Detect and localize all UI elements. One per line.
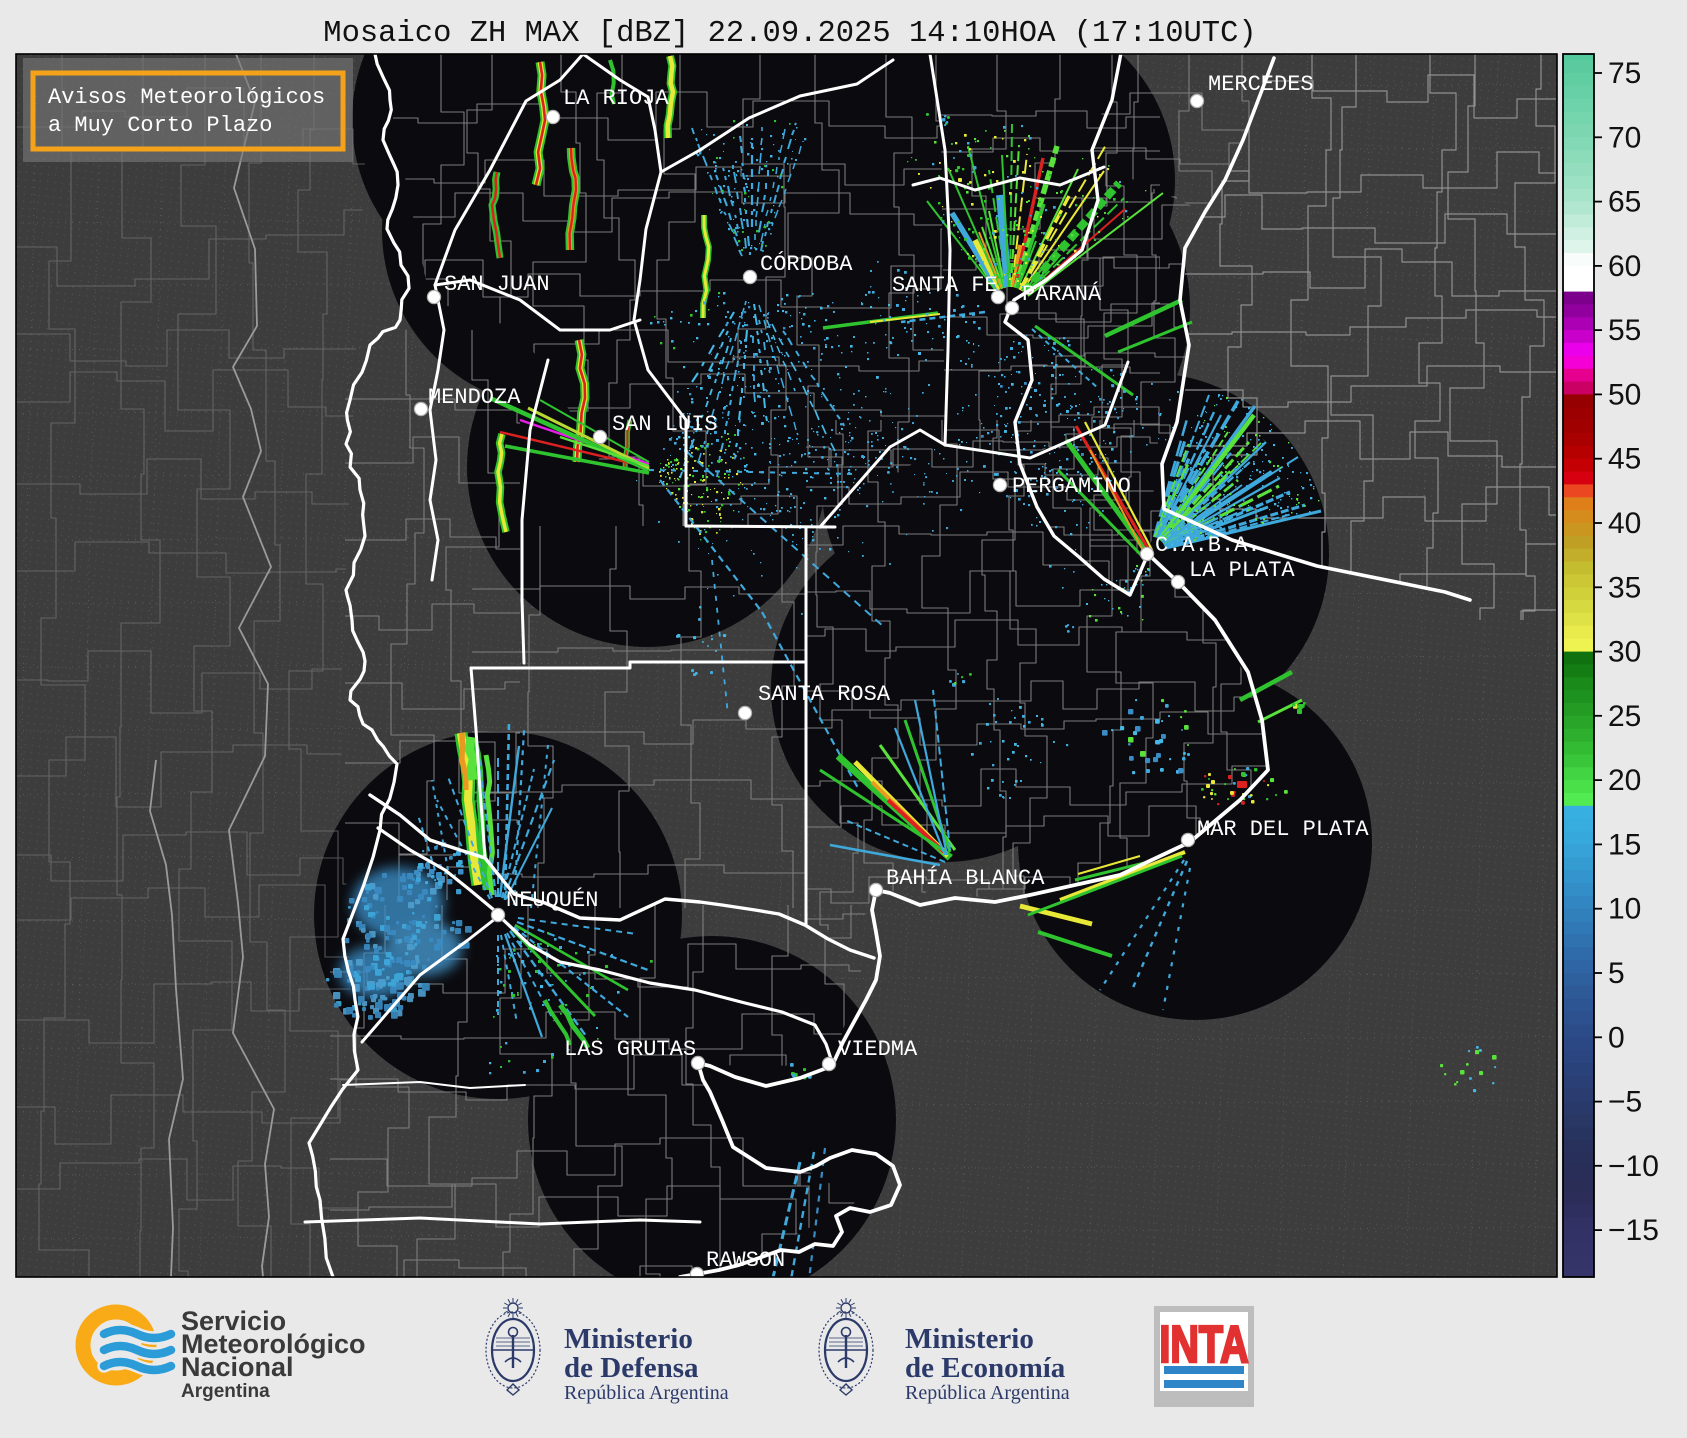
svg-text:de Defensa: de Defensa	[564, 1352, 699, 1384]
svg-text:10: 10	[1608, 893, 1641, 926]
svg-text:República Argentina: República Argentina	[564, 1382, 729, 1404]
svg-text:Argentina: Argentina	[181, 1381, 270, 1402]
svg-text:SAN JUAN: SAN JUAN	[444, 272, 550, 297]
svg-text:LAS GRUTAS: LAS GRUTAS	[564, 1037, 696, 1062]
svg-text:SAN LUIS: SAN LUIS	[612, 412, 718, 437]
svg-text:65: 65	[1608, 186, 1641, 219]
svg-text:CÓRDOBA: CÓRDOBA	[760, 251, 853, 277]
svg-text:INTA: INTA	[1159, 1315, 1248, 1374]
svg-text:de Economía: de Economía	[905, 1352, 1066, 1384]
svg-text:5: 5	[1608, 957, 1625, 990]
svg-text:MAR DEL PLATA: MAR DEL PLATA	[1197, 817, 1369, 842]
svg-text:NEUQUÉN: NEUQUÉN	[506, 887, 598, 913]
svg-text:60: 60	[1608, 250, 1641, 283]
svg-text:MENDOZA: MENDOZA	[428, 385, 521, 410]
svg-text:Ministerio: Ministerio	[905, 1323, 1034, 1355]
svg-text:Ministerio: Ministerio	[564, 1323, 693, 1355]
svg-text:25: 25	[1608, 700, 1641, 733]
svg-text:20: 20	[1608, 764, 1641, 797]
svg-text:LA PLATA: LA PLATA	[1189, 558, 1295, 583]
svg-text:C.A.B.A.: C.A.B.A.	[1155, 533, 1261, 558]
svg-text:15: 15	[1608, 828, 1641, 861]
svg-text:Nacional: Nacional	[181, 1352, 294, 1382]
svg-text:RAWSON: RAWSON	[706, 1248, 785, 1273]
svg-text:40: 40	[1608, 507, 1641, 540]
svg-text:PERGAMINO: PERGAMINO	[1012, 474, 1131, 499]
svg-text:50: 50	[1608, 378, 1641, 411]
svg-text:MERCEDES: MERCEDES	[1208, 72, 1314, 97]
svg-text:PARANÁ: PARANÁ	[1022, 281, 1102, 307]
svg-text:a Muy Corto Plazo: a Muy Corto Plazo	[48, 113, 272, 138]
svg-text:0: 0	[1608, 1021, 1625, 1054]
svg-text:35: 35	[1608, 571, 1641, 604]
svg-text:−5: −5	[1608, 1086, 1642, 1119]
svg-text:VIEDMA: VIEDMA	[838, 1037, 918, 1062]
svg-text:BAHÍA BLANCA: BAHÍA BLANCA	[886, 865, 1045, 891]
svg-text:−15: −15	[1608, 1214, 1659, 1247]
svg-text:SANTA ROSA: SANTA ROSA	[758, 682, 891, 707]
svg-text:55: 55	[1608, 314, 1641, 347]
svg-text:30: 30	[1608, 636, 1641, 669]
svg-text:75: 75	[1608, 57, 1641, 90]
svg-text:Avisos Meteorológicos: Avisos Meteorológicos	[48, 85, 325, 110]
svg-text:−10: −10	[1608, 1150, 1659, 1183]
svg-text:LA RIOJA: LA RIOJA	[563, 86, 669, 111]
svg-text:República Argentina: República Argentina	[905, 1382, 1070, 1404]
svg-text:Mosaico ZH MAX [dBZ] 22.09.202: Mosaico ZH MAX [dBZ] 22.09.2025 14:10HOA…	[323, 17, 1256, 51]
svg-text:SANTA FE: SANTA FE	[892, 273, 998, 298]
svg-text:45: 45	[1608, 443, 1641, 476]
svg-text:70: 70	[1608, 121, 1641, 154]
